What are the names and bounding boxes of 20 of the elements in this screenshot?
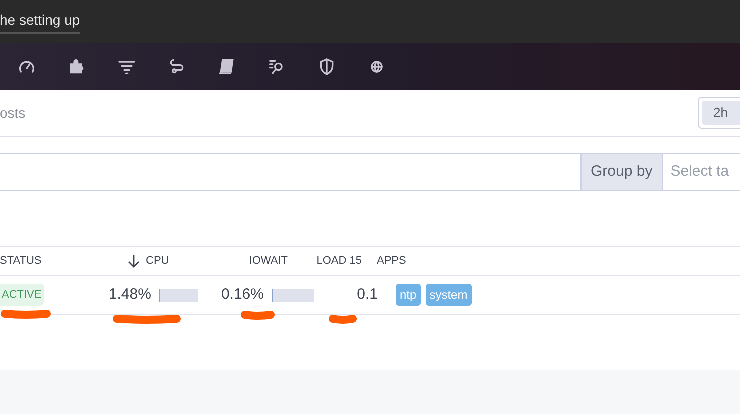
highlight-stroke [0, 309, 52, 319]
column-header[interactable]: CPU [146, 252, 170, 270]
tag-select-field[interactable]: Select ta [662, 153, 740, 191]
column-header[interactable]: APPS [377, 252, 406, 270]
header-title[interactable]: he setting up [0, 10, 80, 34]
book-icon[interactable] [217, 56, 237, 76]
highlight-stroke [328, 314, 358, 324]
page-title: osts [0, 104, 26, 122]
group-by-label: Group by [581, 153, 663, 191]
cpu-value: 1.48% [108, 284, 152, 305]
highlight-stroke [240, 310, 276, 320]
column-header[interactable]: LOAD 15 [316, 252, 362, 270]
highlight-stroke [112, 314, 182, 324]
status-badge: ACTIVE [0, 284, 44, 306]
column-header[interactable]: IOWAIT [249, 252, 288, 270]
iowait-value: 0.16% [220, 284, 264, 305]
load-value: 0.1 [356, 284, 378, 305]
timeframe-button[interactable]: 2h [702, 101, 740, 124]
column-header[interactable]: STATUS [0, 252, 42, 270]
search-field[interactable] [0, 153, 581, 191]
